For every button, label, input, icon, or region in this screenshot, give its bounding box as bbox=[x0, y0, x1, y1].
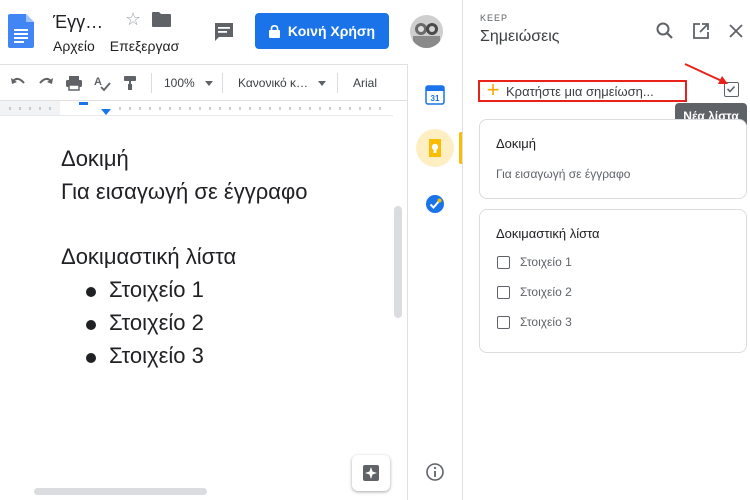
menu-bar: Αρχείο Επεξεργασ bbox=[53, 38, 181, 54]
vertical-scrollbar[interactable] bbox=[394, 206, 402, 318]
doc-paragraph: Για εισαγωγή σε έγγραφο bbox=[61, 179, 308, 204]
bullet-icon bbox=[86, 287, 96, 297]
list-item: Στοιχείο 2 bbox=[520, 285, 572, 299]
redo-icon[interactable] bbox=[37, 74, 55, 92]
note-card[interactable]: Δοκιμαστική λίστα Στοιχείο 1 Στοιχείο 2 … bbox=[479, 209, 747, 353]
doc-list-item: Στοιχείο 3 bbox=[109, 343, 204, 368]
doc-list-item: Στοιχείο 2 bbox=[109, 310, 204, 335]
toolbar-separator bbox=[151, 73, 152, 93]
annotation-arrow bbox=[684, 63, 728, 84]
docs-header: Έγγ… ☆ Αρχείο Επεξεργασ Κοινή Χρήση bbox=[0, 0, 407, 64]
style-caret-icon[interactable] bbox=[318, 81, 326, 86]
open-in-new-tab-icon[interactable] bbox=[690, 20, 712, 42]
menu-file[interactable]: Αρχείο bbox=[53, 38, 95, 54]
toolbar-separator bbox=[222, 73, 223, 93]
checkbox-icon[interactable] bbox=[497, 316, 510, 329]
docs-logo-icon[interactable] bbox=[8, 14, 34, 48]
lock-icon bbox=[268, 24, 280, 38]
toolbar: A 100% Κανονικό κ… Arial bbox=[0, 64, 407, 101]
avatar-area bbox=[392, 0, 460, 64]
checkbox-icon[interactable] bbox=[497, 286, 510, 299]
list-item: Στοιχείο 1 bbox=[520, 255, 572, 269]
plus-icon: + bbox=[486, 77, 500, 102]
font-select[interactable]: Arial bbox=[353, 76, 377, 90]
spellcheck-icon[interactable]: A bbox=[93, 74, 111, 92]
close-icon[interactable] bbox=[725, 20, 747, 42]
document-title[interactable]: Έγγ… bbox=[53, 12, 103, 33]
horizontal-scrollbar[interactable] bbox=[34, 488, 207, 495]
menu-edit[interactable]: Επεξεργασ bbox=[110, 38, 179, 54]
avatar[interactable] bbox=[410, 15, 443, 48]
share-button[interactable]: Κοινή Χρήση bbox=[255, 13, 389, 49]
info-icon[interactable] bbox=[424, 461, 446, 483]
toolbar-separator bbox=[337, 73, 338, 93]
svg-text:A: A bbox=[94, 76, 102, 88]
star-icon[interactable]: ☆ bbox=[125, 9, 141, 30]
calendar-icon[interactable]: 31 bbox=[424, 84, 446, 106]
doc-list-item: Στοιχείο 1 bbox=[109, 277, 204, 302]
keep-icon[interactable] bbox=[424, 137, 446, 159]
note-card[interactable]: Δοκιμή Για εισαγωγή σε έγγραφο bbox=[479, 119, 747, 199]
paint-format-icon[interactable] bbox=[121, 74, 139, 92]
comment-icon[interactable] bbox=[213, 21, 235, 43]
document-page[interactable]: Δοκιμή Για εισαγωγή σε έγγραφο Δοκιμαστι… bbox=[0, 116, 393, 500]
take-note-input[interactable]: + Κρατήστε μια σημείωση... bbox=[478, 77, 687, 102]
zoom-select[interactable]: 100% bbox=[164, 76, 195, 90]
bullet-icon bbox=[86, 320, 96, 330]
take-note-placeholder: Κρατήστε μια σημείωση... bbox=[506, 83, 654, 99]
zoom-caret-icon[interactable] bbox=[205, 81, 213, 86]
search-icon[interactable] bbox=[654, 20, 676, 42]
calendar-day: 31 bbox=[431, 94, 440, 103]
explore-button[interactable] bbox=[352, 455, 390, 491]
folder-icon[interactable] bbox=[152, 12, 171, 27]
style-select[interactable]: Κανονικό κ… bbox=[238, 76, 308, 90]
share-label: Κοινή Χρήση bbox=[287, 23, 376, 39]
explore-sparkle-icon bbox=[363, 465, 379, 481]
note-title: Δοκιμαστική λίστα bbox=[496, 226, 600, 241]
doc-heading: Δοκιμή bbox=[61, 146, 129, 171]
undo-icon[interactable] bbox=[9, 74, 27, 92]
checkbox-icon[interactable] bbox=[497, 256, 510, 269]
note-body: Για εισαγωγή σε έγγραφο bbox=[496, 167, 631, 181]
tasks-icon[interactable] bbox=[424, 193, 446, 215]
side-rail: 31 bbox=[407, 64, 463, 500]
doc-list-title: Δοκιμαστική λίστα bbox=[61, 244, 237, 269]
keep-label: KEEP bbox=[480, 13, 509, 23]
ruler[interactable] bbox=[0, 101, 393, 116]
bullet-icon bbox=[86, 353, 96, 363]
list-item: Στοιχείο 3 bbox=[520, 315, 572, 329]
keep-title: Σημειώσεις bbox=[480, 28, 560, 45]
note-title: Δοκιμή bbox=[496, 136, 537, 151]
print-icon[interactable] bbox=[65, 74, 83, 92]
